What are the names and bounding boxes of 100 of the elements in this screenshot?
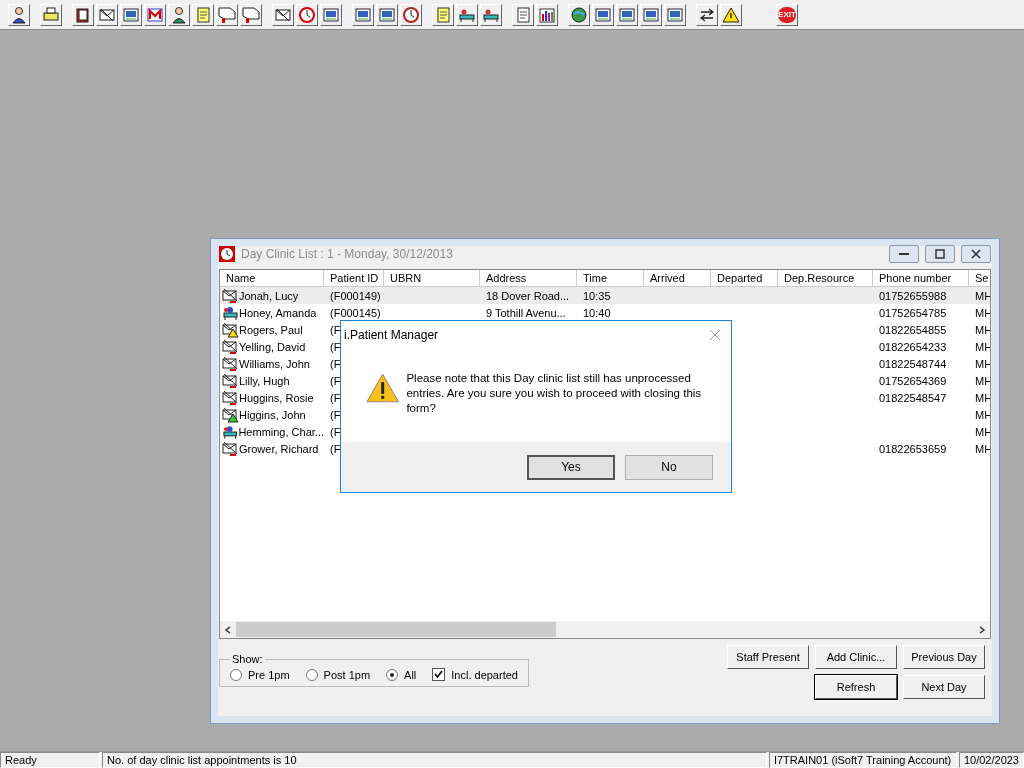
table-cell: 01822548547 <box>879 391 947 404</box>
table-cell: Hemming, Char... <box>238 425 324 438</box>
group-label: Show: <box>231 653 264 665</box>
table-cell: 01822654855 <box>879 323 947 336</box>
envelope-icon <box>222 372 239 389</box>
table-cell: 01822653659 <box>879 442 947 455</box>
radio-button[interactable] <box>230 668 242 681</box>
checkbox-option[interactable]: Incl. departed <box>432 668 518 681</box>
warning-icon <box>722 5 740 24</box>
table-cell: Williams, John <box>239 357 310 370</box>
table-cell: Huggins, Rosie <box>239 391 314 404</box>
table-cell: 10:40 <box>583 306 611 319</box>
toolbar-button[interactable] <box>272 3 294 26</box>
envelope-warning-icon <box>222 321 239 338</box>
clock-icon <box>219 246 235 262</box>
restore-icon <box>935 249 945 259</box>
action-button[interactable]: Next Day <box>903 675 985 699</box>
table-cell: (F <box>330 374 341 387</box>
dialog-message: Please note that this Day clinic list still has unprocessed entries. Are you sure you wish to proceed with closing this form? <box>406 371 703 416</box>
screen-icon <box>122 5 140 24</box>
envelope-icon <box>222 440 239 457</box>
radio-option[interactable]: All <box>386 668 417 681</box>
table-cell: 18 Dover Road... <box>486 289 570 302</box>
status-text: No. of day clinic list appointments is 10 <box>102 752 767 768</box>
table-cell: (F <box>330 340 341 353</box>
table-cell: (F <box>330 408 341 421</box>
note-icon <box>434 5 452 24</box>
action-button[interactable]: Previous Day <box>903 645 985 669</box>
dialog-button[interactable]: No <box>625 454 713 480</box>
patient-icon <box>222 304 239 321</box>
scroll-right-icon[interactable] <box>978 625 986 634</box>
scrollbar-thumb[interactable] <box>236 622 556 637</box>
checkbox[interactable] <box>432 668 446 681</box>
envelope-icon <box>222 389 239 406</box>
bar-chart-icon <box>538 5 556 24</box>
dialog-title: i.Patient Manager <box>344 328 439 342</box>
table-cell: 01822548744 <box>879 357 947 370</box>
close-button[interactable] <box>961 245 991 263</box>
status-text: I7TRAIN01 (iSoft7 Training Account) <box>768 752 957 768</box>
table-cell: (F <box>330 442 341 455</box>
warning-icon <box>366 373 400 403</box>
table-cell: 01822654233 <box>879 340 947 353</box>
status-text: Ready <box>0 752 100 768</box>
document-icon <box>514 5 532 24</box>
radio-button[interactable] <box>386 668 399 681</box>
envelope-warning-icon <box>222 406 239 423</box>
table-cell: 10:35 <box>583 289 611 302</box>
close-icon[interactable] <box>709 329 721 341</box>
table-cell: (F000149) <box>330 289 381 302</box>
radio-option[interactable]: Pre 1pm <box>230 668 290 681</box>
table-cell: 9 Tothill Avenu... <box>486 306 566 319</box>
toolbar-button[interactable] <box>720 3 742 26</box>
radio-option[interactable]: Post 1pm <box>305 668 371 681</box>
envelope-icon <box>222 338 239 355</box>
dialog-button[interactable]: Yes <box>527 454 615 480</box>
action-button[interactable]: Refresh <box>815 675 897 699</box>
envelope-icon <box>222 355 239 372</box>
doctor-icon <box>170 5 188 24</box>
toolbar-button[interactable] <box>8 3 30 26</box>
person-icon <box>10 5 28 24</box>
envelope-icon <box>222 287 239 304</box>
table-cell: Rogers, Paul <box>239 323 303 336</box>
scroll-left-icon[interactable] <box>224 625 232 634</box>
toolbar-button[interactable] <box>40 3 62 26</box>
toolbar-button[interactable] <box>696 3 718 26</box>
status-text: 10/02/2023 <box>958 752 1024 768</box>
table-cell: (F <box>330 323 341 336</box>
patient-icon <box>222 423 239 440</box>
restore-button[interactable] <box>925 245 955 263</box>
table-cell: Lilly, Hugh <box>239 374 290 387</box>
table-cell: Grower, Richard <box>239 442 319 455</box>
toolbar-button[interactable] <box>536 3 558 26</box>
table-cell: (F <box>330 425 341 438</box>
screen-icon <box>354 5 372 24</box>
globe-icon <box>570 5 588 24</box>
toolbar-button[interactable] <box>168 3 190 26</box>
table-cell: (F <box>330 391 341 404</box>
minimize-button[interactable] <box>889 245 919 263</box>
letter-icon <box>146 5 164 24</box>
table-cell: (F <box>330 357 341 370</box>
close-icon <box>971 249 981 259</box>
printer-icon <box>42 5 60 24</box>
clock-icon <box>298 5 316 24</box>
table-cell: Higgins, John <box>239 408 306 421</box>
table-cell: 01752654369 <box>879 374 947 387</box>
action-button[interactable]: Staff Present <box>727 645 809 669</box>
table-cell: 01752655988 <box>879 289 947 302</box>
table-cell: Jonah, Lucy <box>239 289 299 302</box>
monitor-icon <box>322 5 340 24</box>
table-cell: 01752654785 <box>879 306 947 319</box>
minimize-icon <box>899 253 909 255</box>
radio-button[interactable] <box>305 668 318 681</box>
toolbar-button[interactable] <box>72 3 94 26</box>
table-cell: Yelling, David <box>239 340 306 353</box>
action-button[interactable]: Add Clinic... <box>815 645 897 669</box>
window-title: Day Clinic List : 1 - Monday, 30/12/2013 <box>241 247 454 261</box>
book-icon <box>74 5 92 24</box>
table-cell: Honey, Amanda <box>239 306 317 319</box>
toolbar-button[interactable] <box>568 3 590 26</box>
table-cell: (F000145) <box>330 306 381 319</box>
